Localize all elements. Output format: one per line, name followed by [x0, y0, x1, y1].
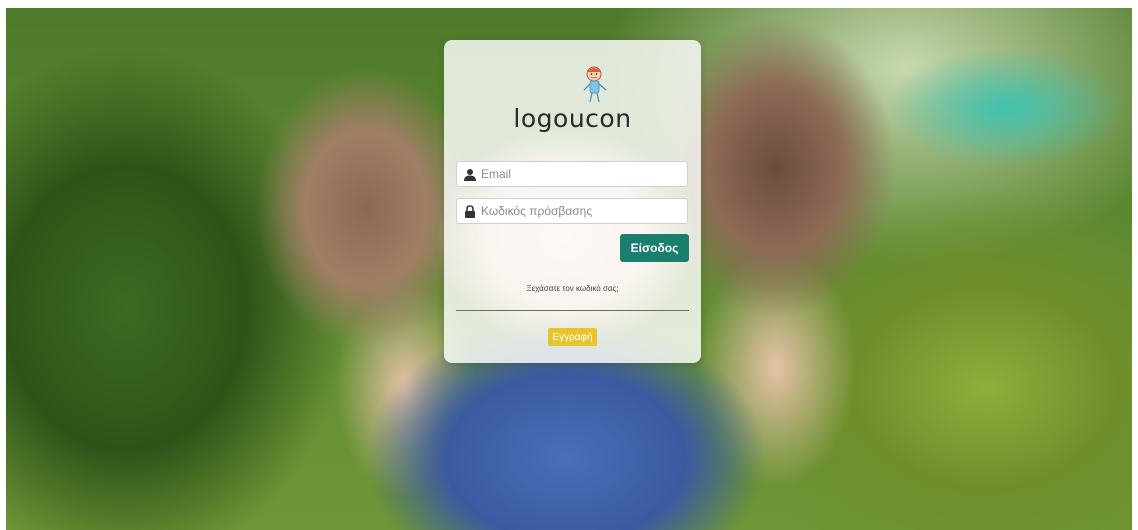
login-button[interactable]: Είσοδος — [620, 234, 689, 262]
password-field[interactable] — [456, 198, 688, 224]
logo: logoucon — [444, 64, 701, 144]
forgot-password-link[interactable]: Ξεχάσατε τον κωδικό σας; — [444, 284, 701, 293]
password-input[interactable] — [481, 199, 681, 223]
login-card: logoucon Είσοδος Ξεχάσατε τον κωδικό σας… — [444, 40, 701, 363]
email-field[interactable] — [456, 161, 688, 187]
divider — [456, 310, 689, 311]
email-input[interactable] — [481, 162, 681, 186]
child-mascot-icon — [583, 66, 607, 103]
logo-text: logoucon — [513, 104, 632, 133]
lock-icon — [465, 205, 475, 218]
register-button[interactable]: Εγγραφή — [548, 328, 597, 346]
user-icon — [464, 169, 476, 181]
